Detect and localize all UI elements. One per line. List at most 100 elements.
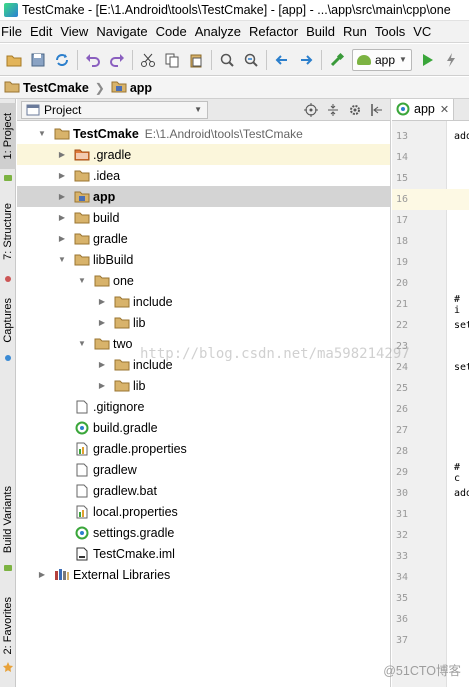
find-icon[interactable] [215, 48, 239, 72]
code-line[interactable]: 17 [392, 210, 469, 231]
menu-navigate[interactable]: Navigate [94, 24, 153, 39]
tree-item[interactable]: ▶ gradle [17, 228, 390, 249]
gear-icon[interactable] [346, 101, 364, 119]
menu-tools[interactable]: Tools [373, 24, 411, 39]
tree-item[interactable]: ▶ lib [17, 375, 390, 396]
tree-item[interactable]: ▶ .gradle [17, 144, 390, 165]
editor-tab-app[interactable]: app ✕ [392, 99, 455, 120]
code-line[interactable]: 15 [392, 168, 469, 189]
expand-arrow-down-icon[interactable]: ▼ [37, 129, 47, 138]
code-line[interactable]: 35 [392, 588, 469, 609]
menu-build[interactable]: Build [304, 24, 341, 39]
menu-analyze[interactable]: Analyze [193, 24, 247, 39]
breadcrumb-item-project[interactable]: TestCmake [4, 80, 89, 96]
tree-item[interactable]: gradlew.bat [17, 480, 390, 501]
menu-run[interactable]: Run [341, 24, 373, 39]
tree-item[interactable]: ▼ two [17, 333, 390, 354]
expand-arrow-right-icon[interactable]: ▶ [97, 360, 107, 369]
code-line[interactable]: 16 [392, 189, 469, 210]
code-line[interactable]: 22 set [392, 315, 469, 336]
tree-item[interactable]: .gitignore [17, 396, 390, 417]
cut-icon[interactable] [136, 48, 160, 72]
run-configuration-select[interactable]: app ▼ [352, 48, 412, 71]
undo-icon[interactable] [81, 48, 105, 72]
tab-build-variants[interactable]: Build Variants [0, 479, 16, 561]
code-line[interactable]: 37 [392, 630, 469, 651]
expand-arrow-right-icon[interactable]: ▶ [57, 213, 67, 222]
code-line[interactable]: 32 [392, 525, 469, 546]
tab-structure[interactable]: 7: Structure [0, 191, 16, 271]
tree-item[interactable]: gradle.properties [17, 438, 390, 459]
tree-item[interactable]: gradlew [17, 459, 390, 480]
open-folder-icon[interactable] [2, 48, 26, 72]
menu-code[interactable]: Code [154, 24, 193, 39]
save-all-icon[interactable] [26, 48, 50, 72]
redo-icon[interactable] [105, 48, 129, 72]
apply-changes-icon[interactable] [439, 48, 463, 72]
code-line[interactable]: 30 add [392, 483, 469, 504]
expand-arrow-right-icon[interactable]: ▶ [57, 192, 67, 201]
menu-vc[interactable]: VC [411, 24, 437, 39]
tree-item[interactable]: settings.gradle [17, 522, 390, 543]
expand-arrow-right-icon[interactable]: ▶ [97, 318, 107, 327]
menu-file[interactable]: File [0, 24, 28, 39]
tree-item[interactable]: ▼ one [17, 270, 390, 291]
collapse-all-icon[interactable] [324, 101, 342, 119]
tree-item[interactable]: ▶ include [17, 354, 390, 375]
tree-item[interactable]: ▼ libBuild [17, 249, 390, 270]
breadcrumb-item-module[interactable]: app [111, 80, 152, 96]
hide-panel-icon[interactable] [368, 101, 386, 119]
tree-item[interactable]: ▶ include [17, 291, 390, 312]
code-line[interactable]: 24 set [392, 357, 469, 378]
expand-arrow-right-icon[interactable]: ▶ [57, 150, 67, 159]
back-icon[interactable] [270, 48, 294, 72]
tree-item[interactable]: local.properties [17, 501, 390, 522]
tree-item[interactable]: ▶ External Libraries [17, 564, 390, 585]
scroll-from-source-icon[interactable] [302, 101, 320, 119]
code-line[interactable]: 13 add [392, 126, 469, 147]
paste-icon[interactable] [184, 48, 208, 72]
tree-item[interactable]: build.gradle [17, 417, 390, 438]
code-line[interactable]: 31 [392, 504, 469, 525]
code-line[interactable]: 23 [392, 336, 469, 357]
tree-item[interactable]: ▶ app [17, 186, 390, 207]
expand-arrow-right-icon[interactable]: ▶ [57, 171, 67, 180]
tab-project[interactable]: 1: Project [0, 103, 16, 169]
code-line[interactable]: 33 [392, 546, 469, 567]
code-line[interactable]: 26 [392, 399, 469, 420]
code-line[interactable]: 14 [392, 147, 469, 168]
menu-edit[interactable]: Edit [28, 24, 58, 39]
copy-icon[interactable] [160, 48, 184, 72]
code-line[interactable]: 19 [392, 252, 469, 273]
code-line[interactable]: 18 [392, 231, 469, 252]
close-icon[interactable]: ✕ [440, 103, 449, 116]
tab-captures[interactable]: Captures [0, 289, 16, 351]
tree-item[interactable]: ▶ lib [17, 312, 390, 333]
tree-item[interactable]: ▶ .idea [17, 165, 390, 186]
code-line[interactable]: 27 [392, 420, 469, 441]
expand-arrow-down-icon[interactable]: ▼ [77, 276, 87, 285]
sync-icon[interactable] [50, 48, 74, 72]
tab-favorites[interactable]: 2: Favorites [0, 593, 16, 659]
expand-arrow-down-icon[interactable]: ▼ [77, 339, 87, 348]
tree-item[interactable]: ▼ TestCmake E:\1.Android\tools\TestCmake [17, 123, 390, 144]
forward-icon[interactable] [294, 48, 318, 72]
make-project-icon[interactable] [325, 48, 349, 72]
tree-item[interactable]: TestCmake.iml [17, 543, 390, 564]
run-icon[interactable] [415, 48, 439, 72]
expand-arrow-right-icon[interactable]: ▶ [57, 234, 67, 243]
menu-refactor[interactable]: Refactor [247, 24, 304, 39]
menu-view[interactable]: View [58, 24, 94, 39]
expand-arrow-right-icon[interactable]: ▶ [97, 297, 107, 306]
tree-item[interactable]: ▶ build [17, 207, 390, 228]
code-line[interactable]: 28 [392, 441, 469, 462]
expand-arrow-right-icon[interactable]: ▶ [97, 381, 107, 390]
code-line[interactable]: 20 [392, 273, 469, 294]
code-line[interactable]: 21 # i [392, 294, 469, 316]
code-line[interactable]: 25 [392, 378, 469, 399]
project-view-select[interactable]: Project ▼ [21, 100, 208, 119]
replace-icon[interactable] [239, 48, 263, 72]
expand-arrow-right-icon[interactable]: ▶ [37, 570, 47, 579]
code-line[interactable]: 36 [392, 609, 469, 630]
code-line[interactable]: 29 # c [392, 462, 469, 484]
